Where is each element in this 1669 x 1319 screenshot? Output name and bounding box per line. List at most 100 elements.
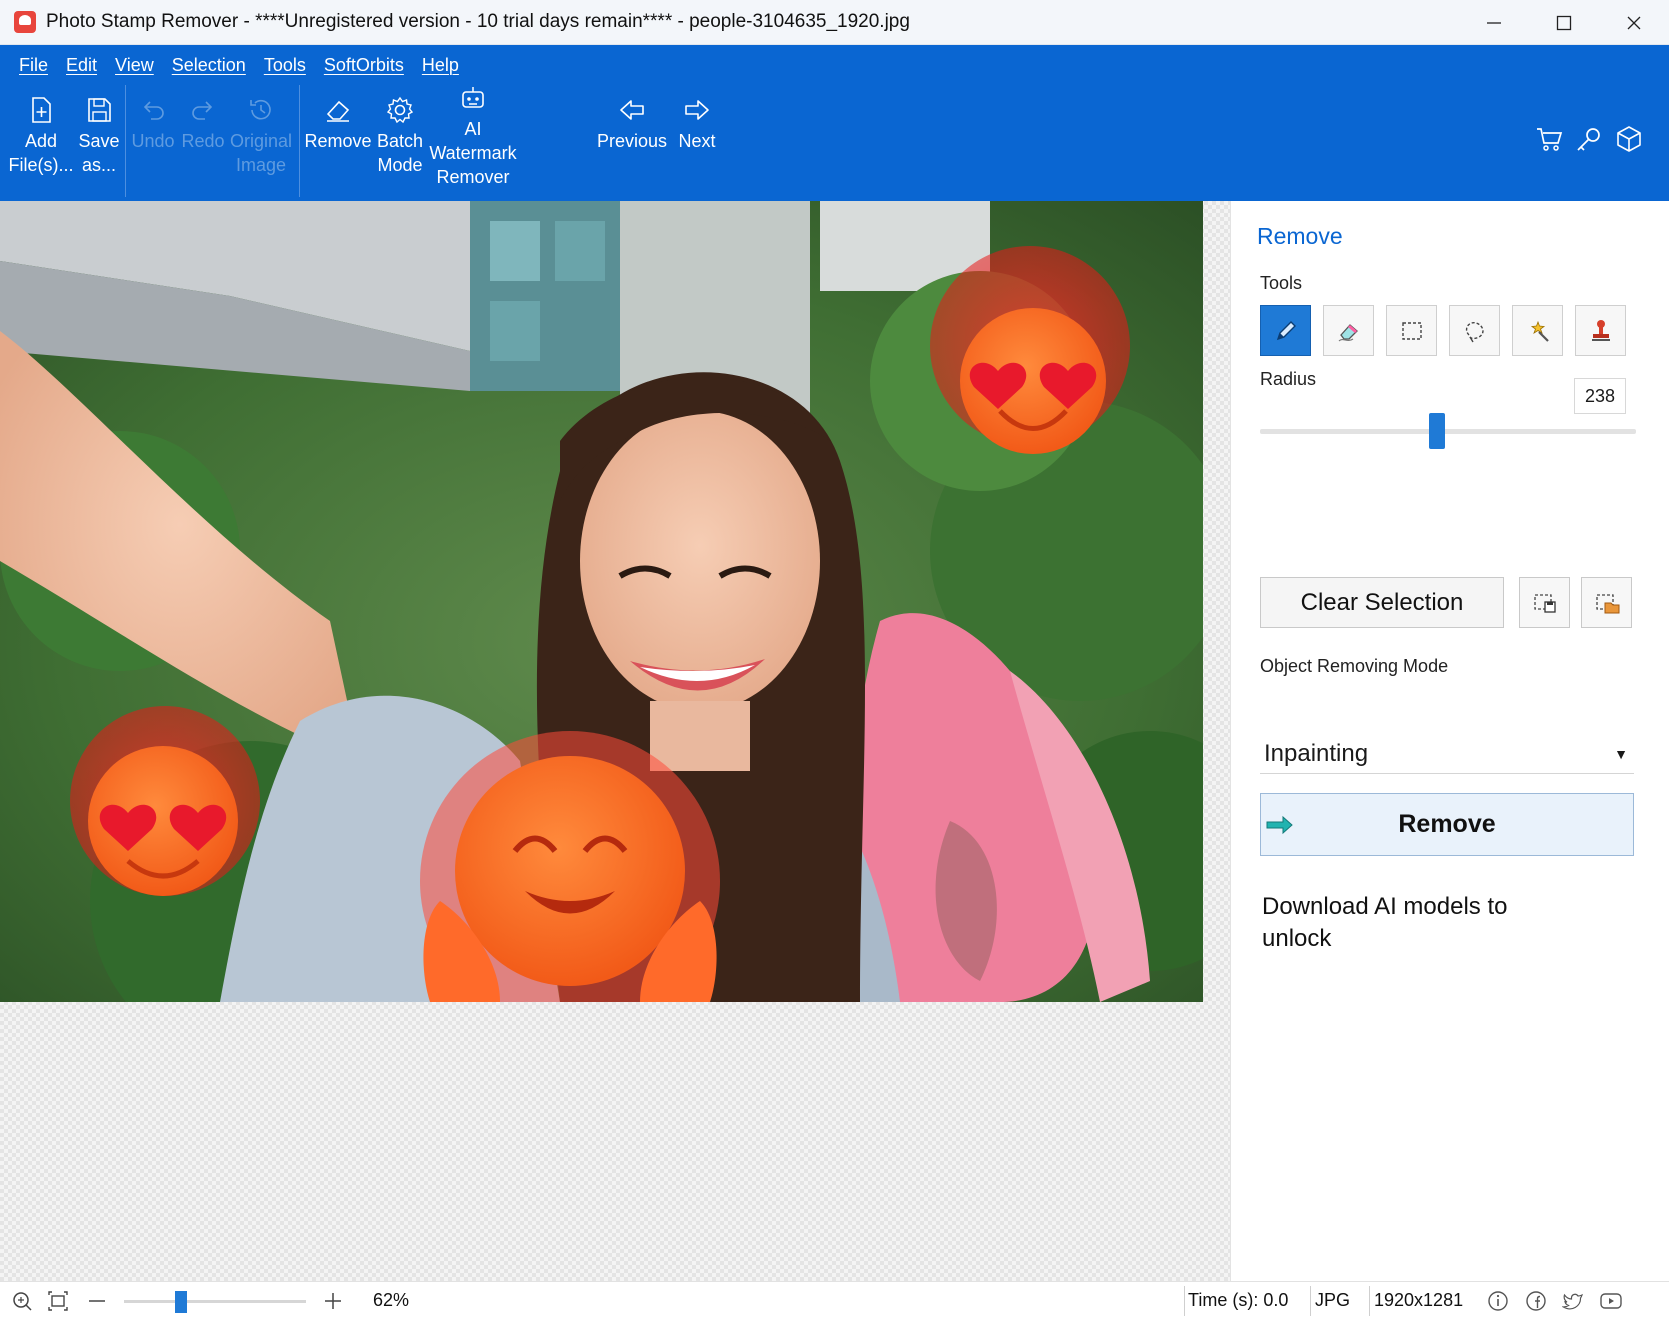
twitter-button[interactable] bbox=[1561, 1289, 1585, 1313]
zoom-out-button[interactable] bbox=[85, 1289, 109, 1313]
load-selection-button[interactable] bbox=[1581, 577, 1632, 628]
mode-label: Object Removing Mode bbox=[1260, 656, 1449, 676]
ribbon: File Edit View Selection Tools SoftOrbit… bbox=[0, 45, 1669, 201]
remove-button-label: Remove bbox=[1398, 810, 1496, 838]
fit-screen-icon bbox=[48, 1291, 68, 1311]
status-bar: 62% Time (s): 0.0 JPG 1920x1281 bbox=[0, 1281, 1669, 1319]
ai-watermark-remover-button[interactable]: AI Watermark Remover bbox=[428, 83, 518, 189]
processing-time: Time (s): 0.0 bbox=[1188, 1290, 1289, 1310]
original-image-label-2: Image bbox=[235, 155, 287, 175]
radius-value[interactable]: 238 bbox=[1574, 378, 1626, 414]
batch-mode-label-2: Mode bbox=[377, 155, 423, 175]
status-divider bbox=[1310, 1286, 1311, 1316]
menu-view[interactable]: View bbox=[106, 51, 163, 80]
close-icon bbox=[1627, 16, 1641, 29]
redo-icon bbox=[192, 101, 213, 120]
previous-button[interactable]: Previous bbox=[596, 95, 668, 153]
key-icon[interactable] bbox=[1575, 125, 1603, 153]
save-as-button[interactable]: Save as... bbox=[74, 95, 124, 177]
original-image-button[interactable]: Original Image bbox=[228, 95, 294, 177]
menu-softorbits[interactable]: SoftOrbits bbox=[315, 51, 413, 80]
cart-icon[interactable] bbox=[1535, 125, 1563, 153]
window-title: Photo Stamp Remover - ****Unregistered v… bbox=[46, 11, 910, 32]
eraser-tool-button[interactable] bbox=[1323, 305, 1374, 356]
facebook-button[interactable] bbox=[1524, 1289, 1548, 1313]
download-ai-models-text: Download AI models to unlock bbox=[1262, 893, 1508, 952]
status-divider bbox=[1184, 1286, 1185, 1316]
fit-to-window-button[interactable] bbox=[46, 1289, 70, 1313]
image-format: JPG bbox=[1315, 1290, 1351, 1310]
photo-canvas[interactable] bbox=[0, 201, 1203, 1002]
youtube-icon bbox=[1600, 1293, 1622, 1309]
batch-mode-label-1: Batch bbox=[376, 131, 424, 151]
add-file-icon bbox=[32, 97, 51, 123]
menu-file[interactable]: File bbox=[10, 51, 57, 80]
removing-mode-value: Inpainting bbox=[1264, 739, 1369, 767]
menu-help[interactable]: Help bbox=[413, 51, 468, 80]
magic-wand-icon bbox=[1530, 320, 1549, 342]
original-image-label-1: Original bbox=[229, 131, 293, 151]
add-files-button[interactable]: Add File(s)... bbox=[9, 95, 74, 177]
panel-title: Remove bbox=[1257, 223, 1343, 249]
batch-mode-button[interactable]: Batch Mode bbox=[372, 95, 428, 177]
box-icon[interactable] bbox=[1615, 125, 1643, 153]
minimize-button[interactable] bbox=[1459, 0, 1529, 45]
gear-icon bbox=[386, 96, 414, 124]
rect-select-icon bbox=[1401, 321, 1422, 340]
radius-slider[interactable] bbox=[1260, 413, 1636, 449]
tools-label: Tools bbox=[1260, 273, 1303, 293]
lasso-tool-button[interactable] bbox=[1449, 305, 1500, 356]
magic-wand-tool-button[interactable] bbox=[1512, 305, 1563, 356]
image-dimensions: 1920x1281 bbox=[1374, 1290, 1464, 1310]
clear-selection-button[interactable]: Clear Selection bbox=[1260, 577, 1504, 628]
maximize-icon bbox=[1556, 15, 1572, 30]
eraser-icon bbox=[326, 100, 350, 122]
undo-button[interactable]: Undo bbox=[130, 95, 176, 153]
remove-toolbar-button[interactable]: Remove bbox=[304, 95, 372, 153]
radius-label: Radius bbox=[1260, 369, 1317, 389]
save-as-label-2: as... bbox=[81, 155, 116, 175]
ai-watermark-label-2: Watermark bbox=[429, 143, 517, 163]
save-selection-button[interactable] bbox=[1519, 577, 1570, 628]
remove-toolbar-label: Remove bbox=[304, 131, 372, 151]
save-as-label-1: Save bbox=[78, 131, 120, 151]
youtube-button[interactable] bbox=[1599, 1289, 1623, 1313]
ribbon-right-icons bbox=[1535, 125, 1643, 153]
previous-label: Previous bbox=[596, 131, 668, 151]
removing-mode-select[interactable]: Inpainting ▼ bbox=[1260, 734, 1634, 774]
add-files-label-2: File(s)... bbox=[8, 155, 74, 175]
remove-button[interactable]: Remove bbox=[1260, 793, 1634, 856]
menu-edit[interactable]: Edit bbox=[57, 51, 106, 80]
minus-icon bbox=[89, 1300, 105, 1302]
radius-slider-thumb[interactable] bbox=[1429, 413, 1446, 449]
chevron-down-icon: ▼ bbox=[1614, 745, 1628, 762]
rect-select-tool-button[interactable] bbox=[1386, 305, 1437, 356]
redo-button[interactable]: Redo bbox=[180, 95, 226, 153]
next-button[interactable]: Next bbox=[672, 95, 722, 153]
save-icon bbox=[88, 98, 111, 122]
info-button[interactable] bbox=[1486, 1289, 1510, 1313]
undo-icon bbox=[143, 101, 164, 120]
canvas-area[interactable] bbox=[0, 201, 1230, 1281]
ai-watermark-label-1: AI bbox=[464, 119, 482, 139]
pencil-tool-button[interactable] bbox=[1260, 305, 1311, 356]
lasso-icon bbox=[1465, 321, 1484, 342]
plus-icon bbox=[325, 1293, 341, 1309]
zoom-plus-button[interactable] bbox=[321, 1289, 345, 1313]
maximize-button[interactable] bbox=[1529, 0, 1599, 45]
twitter-icon bbox=[1562, 1293, 1583, 1310]
zoom-slider[interactable] bbox=[124, 1291, 306, 1313]
zoom-in-button[interactable] bbox=[10, 1289, 34, 1313]
status-divider bbox=[1369, 1286, 1370, 1316]
history-icon bbox=[250, 99, 271, 120]
stamp-tool-button[interactable] bbox=[1575, 305, 1626, 356]
minimize-icon bbox=[1487, 21, 1501, 24]
app-icon bbox=[14, 11, 36, 33]
menu-selection[interactable]: Selection bbox=[163, 51, 255, 80]
close-button[interactable] bbox=[1599, 0, 1669, 45]
menu-tools[interactable]: Tools bbox=[255, 51, 315, 80]
zoom-slider-thumb[interactable] bbox=[175, 1291, 187, 1313]
zoom-level: 62% bbox=[373, 1290, 410, 1310]
add-files-label-1: Add bbox=[24, 131, 58, 151]
menu-bar: File Edit View Selection Tools SoftOrbit… bbox=[10, 51, 468, 80]
